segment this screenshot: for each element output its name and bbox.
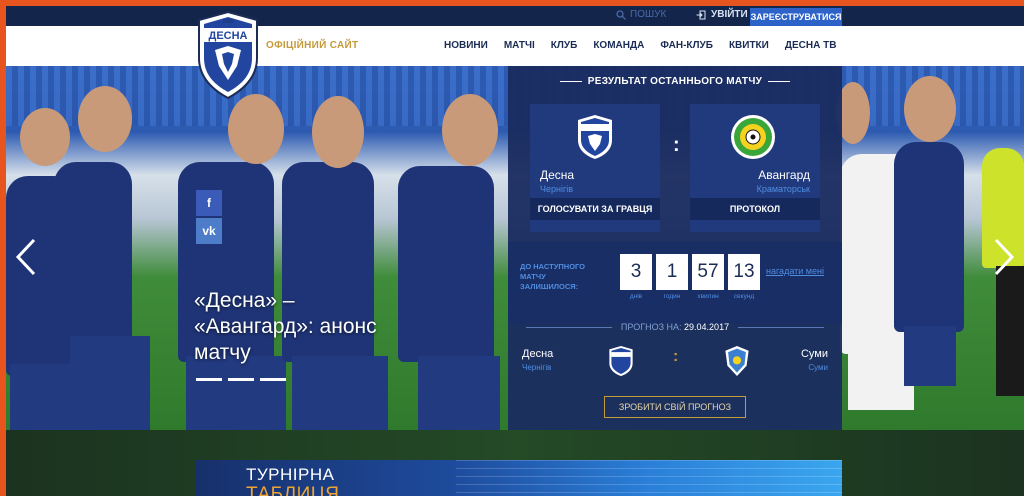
forecast-home-city: Чернігів — [522, 363, 552, 372]
away-team-box: Авангард Краматорськ ПРОТОКОЛ — [690, 104, 820, 232]
nav-item-fan-club[interactable]: ФАН-КЛУБ — [660, 40, 713, 51]
vk-icon[interactable]: vk — [196, 218, 222, 244]
desna-crest-icon — [578, 115, 612, 159]
nav-item-matches[interactable]: МАТЧІ — [504, 40, 535, 51]
nav-item-tickets[interactable]: КВИТКИ — [729, 40, 769, 51]
site-label: ОФІЦІЙНИЙ САЙТ — [266, 40, 359, 51]
away-team-city: Краматорськ — [756, 184, 810, 194]
seconds-unit: секунд — [733, 293, 755, 300]
sumy-crest-icon — [725, 345, 749, 377]
nav-item-club[interactable]: КЛУБ — [551, 40, 578, 51]
search-icon — [616, 9, 626, 20]
referee-shorts — [996, 266, 1024, 396]
home-team-name[interactable]: Десна — [530, 168, 660, 182]
avangard-crest-icon — [731, 115, 775, 159]
nav-item-news[interactable]: НОВИНИ — [444, 40, 488, 51]
player-shorts — [70, 336, 150, 430]
logo-text: ДЕСНА — [208, 30, 247, 42]
login-link[interactable]: УВІЙТИ — [696, 9, 748, 20]
player-shorts — [418, 356, 500, 430]
standings-title-line1: ТУРНІРНА — [246, 465, 335, 484]
forecast-title: ПРОГНОЗ НА: 29.04.2017 — [508, 322, 842, 332]
slider-prev-button[interactable] — [12, 236, 40, 278]
match-panel: РЕЗУЛЬТАТ ОСТАННЬОГО МАТЧУ Десна Чернігі… — [508, 66, 842, 430]
slider-dot[interactable] — [228, 378, 254, 381]
protocol-button[interactable]: ПРОТОКОЛ — [690, 198, 820, 220]
standings-title: ТУРНІРНА ТАБЛИЦЯ — [246, 466, 340, 496]
days-unit: днів — [629, 293, 643, 300]
main-nav: ОФІЦІЙНИЙ САЙТ НОВИНИ МАТЧІ КЛУБ КОМАНДА… — [6, 26, 1024, 66]
forecast-separator: : — [673, 348, 679, 365]
score-separator: : — [673, 134, 680, 156]
standings-preview-rows — [456, 460, 842, 496]
top-bar: ПОШУК УВІЙТИ ЗАРЕЄСТРУВАТИСЯ — [6, 6, 1024, 26]
slider-dot[interactable] — [196, 378, 222, 381]
login-label: УВІЙТИ — [711, 9, 748, 20]
player-figure — [894, 142, 964, 332]
player-head — [312, 96, 364, 168]
hours-unit: годин — [663, 293, 681, 300]
remind-me-link[interactable]: нагадати мені — [766, 266, 824, 276]
hero-headline[interactable]: «Десна» – «Авангард»: анонс матчу — [194, 288, 414, 366]
countdown-days: 3 — [620, 254, 652, 290]
minutes-unit: хвилин — [697, 293, 719, 300]
social-share: f vk — [196, 190, 222, 246]
vote-player-button[interactable]: ГОЛОСУВАТИ ЗА ГРАВЦЯ — [530, 198, 660, 220]
nav-item-team[interactable]: КОМАНДА — [593, 40, 644, 51]
standings-title-line2: ТАБЛИЦЯ — [246, 484, 340, 496]
countdown-hours: 1 — [656, 254, 688, 290]
search-link[interactable]: ПОШУК — [616, 9, 666, 20]
page-frame: ПОШУК УВІЙТИ ЗАРЕЄСТРУВАТИСЯ ОФІЦІЙНИЙ С… — [6, 6, 1024, 496]
player-head — [20, 108, 70, 166]
logo-year: 1960 — [222, 19, 233, 25]
countdown-label: ДО НАСТУПНОГО МАТЧУ ЗАЛИШИЛОСЯ: — [520, 262, 586, 291]
player-head — [442, 94, 498, 166]
search-label: ПОШУК — [630, 9, 667, 20]
player-shorts — [10, 364, 72, 430]
chevron-left-icon — [15, 238, 36, 276]
forecast-date: 29.04.2017 — [684, 322, 730, 332]
standings-banner[interactable]: ТУРНІРНА ТАБЛИЦЯ — [196, 460, 842, 496]
forecast-label: ПРОГНОЗ НА: — [620, 322, 682, 332]
player-shorts — [904, 326, 956, 386]
club-logo[interactable]: 1960 ДЕСНА — [195, 10, 261, 100]
bottom-section: ТУРНІРНА ТАБЛИЦЯ — [6, 430, 1024, 496]
forecast-away-city: Суми — [808, 363, 828, 372]
player-head — [228, 94, 284, 164]
away-team-name[interactable]: Авангард — [690, 168, 820, 182]
nav-menu: НОВИНИ МАТЧІ КЛУБ КОМАНДА ФАН-КЛУБ КВИТК… — [444, 40, 852, 51]
facebook-icon[interactable]: f — [196, 190, 222, 216]
countdown-minutes: 57 — [692, 254, 724, 290]
player-head — [904, 76, 956, 142]
desna-crest-icon — [609, 345, 633, 377]
home-team-box: Десна Чернігів ГОЛОСУВАТИ ЗА ГРАВЦЯ — [530, 104, 660, 232]
register-button[interactable]: ЗАРЕЄСТРУВАТИСЯ — [750, 8, 842, 26]
slider-next-button[interactable] — [990, 236, 1018, 278]
login-icon — [696, 10, 706, 19]
make-forecast-button[interactable]: ЗРОБИТИ СВІЙ ПРОГНОЗ — [604, 396, 746, 418]
player-shorts — [292, 356, 388, 430]
forecast-away-name[interactable]: Суми — [801, 348, 828, 360]
player-head — [78, 86, 132, 152]
player-shorts — [186, 356, 286, 430]
countdown-seconds: 13 — [728, 254, 760, 290]
slider-dots — [196, 378, 286, 381]
player-figure — [54, 162, 132, 342]
home-team-city: Чернігів — [540, 184, 574, 194]
nav-item-desna-tv[interactable]: ДЕСНА ТВ — [785, 40, 837, 51]
slider-dot[interactable] — [260, 378, 286, 381]
chevron-right-icon — [994, 238, 1015, 276]
last-match-title: РЕЗУЛЬТАТ ОСТАННЬОГО МАТЧУ — [508, 76, 842, 87]
countdown: ДО НАСТУПНОГО МАТЧУ ЗАЛИШИЛОСЯ: 3 1 57 1… — [508, 242, 842, 324]
forecast-home-name[interactable]: Десна — [522, 348, 553, 360]
